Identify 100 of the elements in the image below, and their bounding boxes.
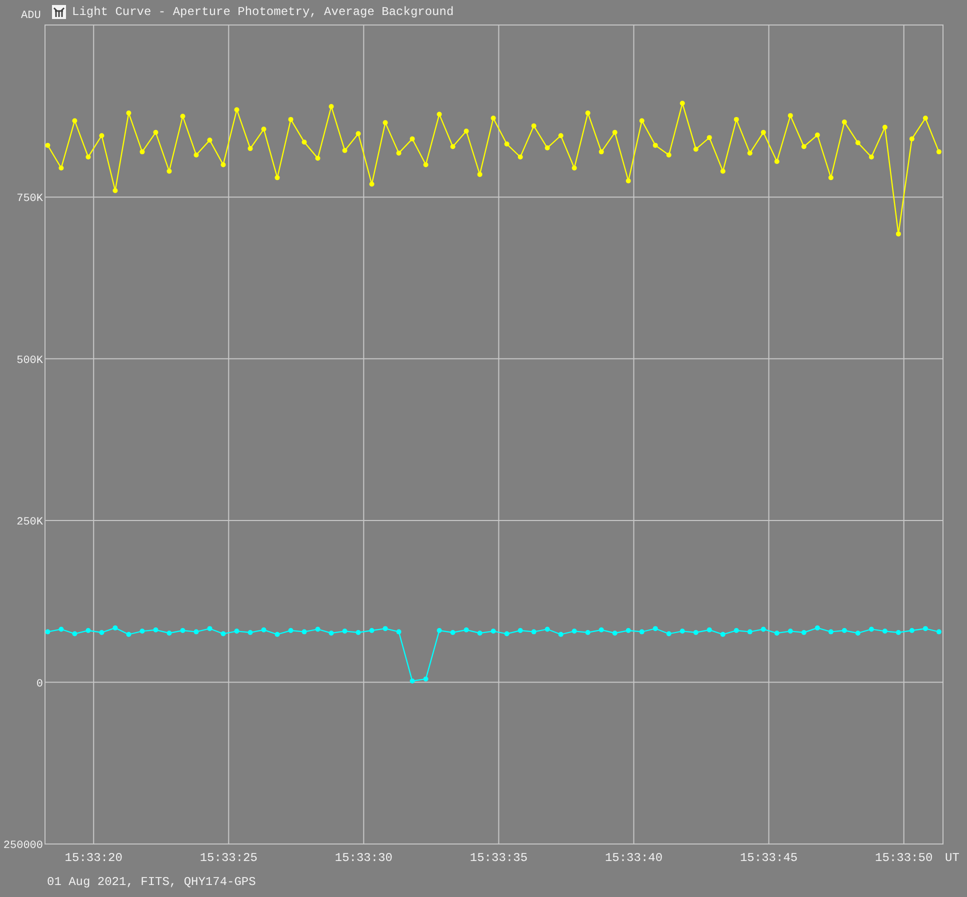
data-point: [86, 628, 91, 634]
data-point: [112, 625, 118, 630]
data-point: [342, 148, 348, 153]
window-title: Light Curve - Aperture Photometry, Average Background: [72, 5, 454, 19]
data-point: [572, 165, 577, 170]
data-point: [153, 130, 158, 135]
data-point: [220, 631, 226, 636]
data-point: [234, 628, 240, 634]
y-tick-label: 750K: [16, 193, 43, 206]
data-point: [194, 152, 199, 158]
data-point: [410, 678, 415, 684]
data-point: [477, 172, 482, 177]
data-point: [922, 626, 928, 632]
y-tick-label: 250000: [3, 840, 43, 852]
data-point: [261, 126, 266, 132]
x-tick-label: 15:33:30: [334, 851, 392, 865]
data-point: [58, 626, 64, 632]
data-point: [423, 676, 428, 682]
data-point: [410, 136, 415, 142]
data-point: [490, 628, 496, 634]
data-point: [99, 133, 104, 138]
data-point: [248, 146, 253, 152]
data-point: [518, 628, 523, 634]
data-point: [558, 632, 564, 637]
data-point: [828, 629, 834, 634]
data-point: [868, 626, 874, 632]
status-text: 01 Aug 2021, FITS, QHY174-GPS: [47, 875, 256, 889]
data-point: [936, 149, 942, 154]
data-point: [855, 140, 860, 146]
data-point: [680, 628, 685, 634]
data-point: [45, 142, 50, 148]
y-tick-label: 250K: [16, 516, 43, 529]
data-point: [598, 627, 604, 632]
window-icon: [52, 5, 66, 19]
data-point: [58, 165, 64, 170]
data-point: [680, 100, 685, 106]
data-point: [153, 627, 158, 632]
data-point: [369, 628, 374, 634]
y-axis-label: ADU: [21, 10, 41, 22]
data-point: [490, 116, 496, 121]
data-point: [356, 630, 361, 635]
data-point: [585, 110, 590, 116]
data-point: [234, 107, 240, 112]
data-point: [288, 116, 294, 122]
data-point: [140, 628, 145, 634]
data-point: [86, 154, 91, 160]
data-point: [666, 631, 672, 636]
data-point: [936, 629, 942, 634]
data-point: [140, 149, 145, 154]
x-tick-label: 15:33:45: [740, 851, 798, 865]
data-point: [382, 626, 388, 632]
data-point: [896, 231, 901, 236]
data-point: [464, 627, 469, 632]
data-point: [436, 628, 442, 634]
data-point: [801, 144, 806, 150]
data-point: [207, 626, 212, 632]
data-point: [396, 629, 402, 634]
data-point: [261, 627, 266, 632]
data-point: [585, 630, 590, 635]
data-point: [356, 131, 361, 136]
data-point: [612, 630, 618, 636]
data-point: [464, 128, 469, 134]
data-point: [450, 630, 456, 635]
data-point: [598, 149, 604, 154]
data-point: [868, 154, 874, 160]
data-point: [72, 118, 78, 124]
data-point: [166, 630, 172, 636]
data-point: [842, 120, 847, 125]
data-point: [477, 630, 482, 636]
data-point: [450, 144, 456, 150]
data-point: [652, 626, 658, 632]
data-point: [45, 629, 50, 634]
data-point: [315, 626, 320, 632]
data-point: [666, 152, 672, 158]
data-point: [652, 142, 658, 148]
data-point: [842, 628, 847, 634]
data-point: [274, 175, 280, 180]
data-point: [315, 156, 320, 161]
data-point: [328, 104, 334, 109]
data-point: [220, 162, 226, 168]
data-point: [342, 628, 348, 634]
data-point: [922, 116, 928, 121]
data-point: [734, 116, 739, 122]
data-point: [909, 628, 914, 634]
data-point: [382, 120, 388, 126]
data-point: [544, 626, 550, 632]
data-point: [504, 631, 510, 636]
data-point: [882, 628, 888, 634]
data-point: [612, 130, 618, 135]
y-tick-label: 0: [36, 678, 43, 690]
data-point: [734, 628, 739, 634]
data-point: [693, 630, 698, 635]
data-point: [531, 629, 536, 634]
data-point: [639, 629, 644, 634]
x-axis-label: UT: [945, 851, 960, 865]
x-tick-label: 15:33:20: [64, 851, 122, 865]
data-point: [801, 630, 806, 635]
data-point: [274, 632, 280, 637]
data-point: [774, 630, 780, 636]
x-tick-label: 15:33:35: [470, 851, 528, 865]
